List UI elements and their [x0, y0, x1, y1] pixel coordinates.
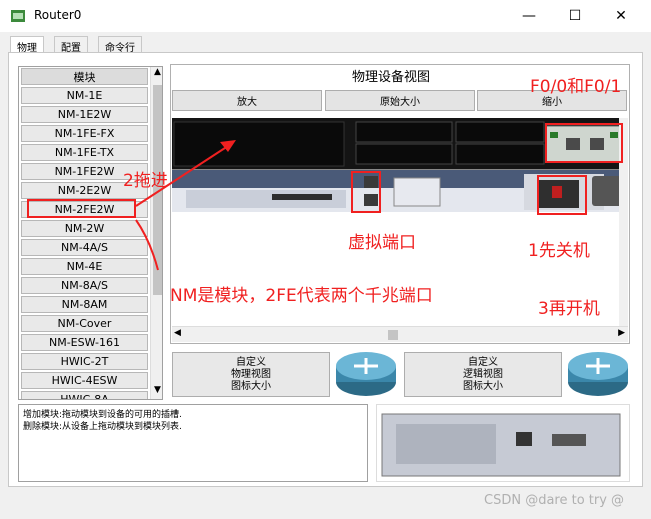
router-app-icon: [11, 10, 25, 22]
module-item[interactable]: NM-2FE2W: [21, 201, 148, 218]
module-item[interactable]: NM-4E: [21, 258, 148, 275]
module-thumbnail: [381, 413, 621, 477]
custom-logical-icon-button[interactable]: 自定义 逻辑视图 图标大小: [404, 352, 562, 397]
custom-logical-line1: 自定义: [468, 356, 498, 368]
module-item[interactable]: NM-1E: [21, 87, 148, 104]
custom-physical-line2: 物理视图: [231, 368, 271, 380]
scroll-left-icon[interactable]: ◀: [174, 328, 181, 338]
tab-physical[interactable]: 物理: [10, 36, 44, 54]
module-item[interactable]: HWIC-8A: [21, 391, 148, 399]
custom-physical-icon-button[interactable]: 自定义 物理视图 图标大小: [172, 352, 330, 397]
info-line-remove: 删除模块:从设备上拖动模块到模块列表.: [23, 422, 182, 432]
module-item[interactable]: NM-8AM: [21, 296, 148, 313]
scroll-down-icon[interactable]: ▼: [151, 385, 162, 399]
physical-view-hscroll[interactable]: ◀ ▶: [172, 326, 628, 342]
module-item[interactable]: NM-1E2W: [21, 106, 148, 123]
info-line-add: 增加模块:拖动模块到设备的可用的插槽.: [23, 410, 182, 420]
module-item[interactable]: NM-2W: [21, 220, 148, 237]
router-chassis: [172, 121, 628, 212]
scroll-up-icon[interactable]: ▲: [151, 67, 162, 81]
module-item[interactable]: NM-8A/S: [21, 277, 148, 294]
annotation-nm-note: NM是模块，2FE代表两个千兆端口: [170, 286, 433, 306]
annotation-drag: 2拖进: [123, 171, 168, 191]
module-item[interactable]: NM-1FE-FX: [21, 125, 148, 142]
custom-physical-line1: 自定义: [236, 356, 266, 368]
router-physical-icon: [336, 352, 396, 396]
module-item[interactable]: NM-Cover: [21, 315, 148, 332]
custom-logical-line3: 图标大小: [463, 380, 503, 392]
module-list-scrollbar[interactable]: ▲ ▼: [150, 67, 162, 399]
annotation-power-on: 3再开机: [538, 299, 600, 319]
tab-config[interactable]: 配置: [54, 36, 88, 54]
zoom-in-button[interactable]: 放大: [172, 90, 322, 111]
module-list-header: 模块: [21, 68, 148, 85]
module-item[interactable]: HWIC-2T: [21, 353, 148, 370]
module-info-box: 增加模块:拖动模块到设备的可用的插槽. 删除模块:从设备上拖动模块到模块列表.: [18, 404, 368, 482]
maximize-button[interactable]: ☐: [552, 0, 598, 32]
scroll-right-icon[interactable]: ▶: [618, 328, 625, 338]
annotation-power-off: 1先关机: [528, 241, 590, 261]
module-item[interactable]: NM-4A/S: [21, 239, 148, 256]
physical-view-vscroll[interactable]: [619, 118, 628, 326]
hscroll-thumb[interactable]: [388, 330, 398, 340]
minimize-button[interactable]: —: [506, 0, 552, 32]
module-item[interactable]: NM-ESW-161: [21, 334, 148, 351]
module-list[interactable]: 模块 NM-1E NM-1E2W NM-1FE-FX NM-1FE-TX NM-1FE2…: [18, 66, 163, 400]
close-button[interactable]: ✕: [598, 0, 644, 32]
watermark: CSDN @dare to try @: [484, 493, 625, 508]
physical-view-title: 物理设备视图: [352, 70, 431, 85]
annotation-ports: F0/0和F0/1: [530, 77, 622, 97]
window-title: Router0: [34, 8, 82, 22]
router-logical-icon: [568, 352, 628, 396]
original-size-button[interactable]: 原始大小: [325, 90, 475, 111]
module-item[interactable]: NM-1FE-TX: [21, 144, 148, 161]
module-item[interactable]: HWIC-4ESW: [21, 372, 148, 389]
custom-logical-line2: 逻辑视图: [463, 368, 503, 380]
custom-physical-line3: 图标大小: [231, 380, 271, 392]
annotation-virtual-port: 虚拟端口: [348, 233, 416, 253]
tab-cli[interactable]: 命令行: [98, 36, 142, 54]
